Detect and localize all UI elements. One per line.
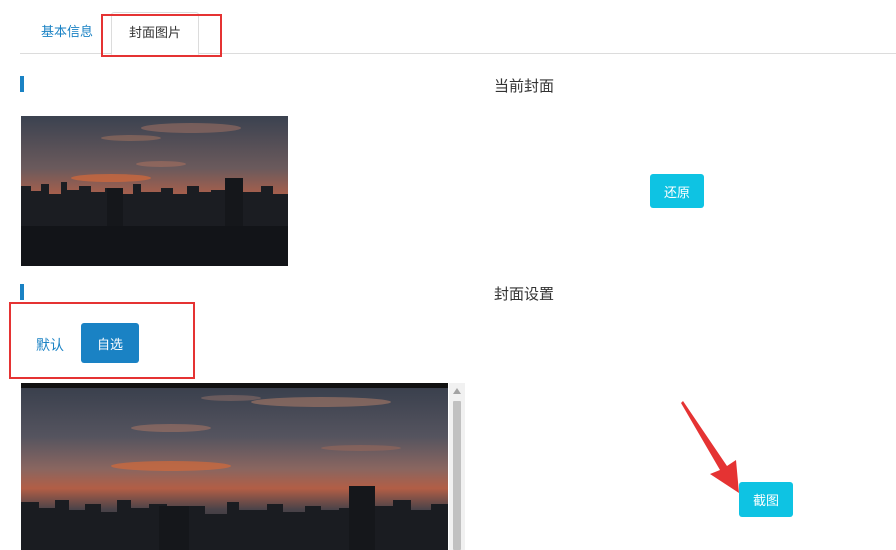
tab-bar: 基本信息 封面图片 (20, 12, 896, 55)
vertical-scrollbar[interactable] (449, 383, 465, 550)
cover-settings-title: 封面设置 (494, 285, 555, 303)
scrollbar-thumb[interactable] (453, 401, 461, 550)
current-cover-image (21, 116, 288, 266)
custom-option-button[interactable]: 自选 (81, 323, 139, 363)
current-cover-title: 当前封面 (494, 77, 555, 95)
default-option[interactable]: 默认 (36, 335, 64, 355)
restore-button[interactable]: 还原 (650, 174, 704, 208)
tab-cover-image[interactable]: 封面图片 (111, 12, 199, 55)
annotation-arrow-icon (681, 401, 739, 493)
section-marker-current (20, 76, 24, 92)
tab-basic-info[interactable]: 基本信息 (28, 12, 106, 54)
scroll-up-arrow-icon[interactable] (449, 383, 465, 399)
section-marker-settings (20, 284, 24, 300)
crop-source-image[interactable] (21, 383, 448, 550)
